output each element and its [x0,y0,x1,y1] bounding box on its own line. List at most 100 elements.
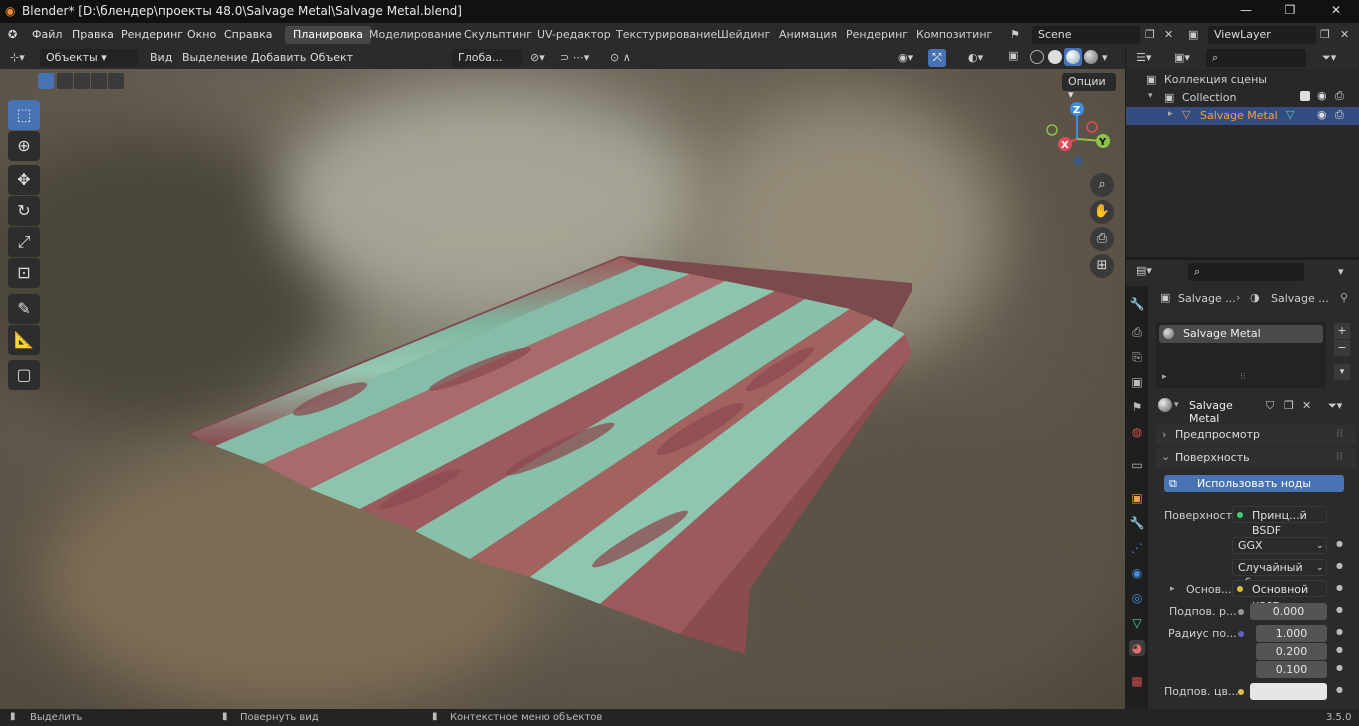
filter-icon[interactable]: ⏷▾ [1322,51,1336,65]
tab-uv[interactable]: UV-редактор [529,26,619,44]
world-tab-icon[interactable]: ◍ [1129,424,1145,440]
select-invert-icon[interactable] [91,73,107,89]
slot-specials-button[interactable]: ▾ [1334,364,1350,380]
outliner-search-input[interactable]: ⌕ [1206,49,1306,67]
ortho-grid-icon[interactable]: ⊞ [1090,254,1114,278]
base-color-field[interactable]: Основной цвет [1232,580,1327,611]
move-tool-icon[interactable]: ✥ [8,165,40,195]
visibility-icon[interactable]: ◉▾ [898,51,913,64]
select-extend-icon[interactable] [57,73,73,89]
wireframe-shading-icon[interactable] [1030,50,1044,64]
solid-shading-icon[interactable] [1048,50,1062,64]
subsurface-value-field[interactable]: 0.000 [1250,603,1327,620]
animate-dot-icon[interactable]: ● [1336,561,1343,570]
object-visibility-icon[interactable]: ◉ [1317,108,1327,121]
menu-file[interactable]: Файл [32,28,62,41]
navigation-gizmo[interactable]: Z Y X [1040,99,1115,169]
duplicate-material-icon[interactable]: ❐ [1284,399,1294,412]
tab-compositing[interactable]: Композитинг [908,26,1000,44]
properties-options-icon[interactable]: ▾ [1338,265,1344,278]
menu-add[interactable]: Добавить [251,51,306,64]
rotate-tool-icon[interactable]: ↻ [8,196,40,226]
object-render-icon[interactable]: ⎙ [1335,108,1344,122]
physics-tab-icon[interactable]: ◉ [1129,565,1145,581]
fake-user-icon[interactable]: ⛉ [1266,399,1274,413]
collection-label[interactable]: Collection [1182,91,1236,104]
snap-icon[interactable]: ⊃ ⋯▾ [560,51,589,64]
zoom-icon[interactable]: ⌕ [1090,173,1114,197]
select-tool-icon[interactable]: ⬚ [8,100,40,130]
constraints-tab-icon[interactable]: ◎ [1129,590,1145,606]
transform-tool-icon[interactable]: ⊡ [8,258,40,288]
animate-dot-icon[interactable]: ● [1336,685,1343,694]
tab-modeling[interactable]: Моделирование [361,26,470,44]
outliner-editor-icon[interactable]: ☰▾ [1136,51,1151,64]
close-button[interactable]: ✕ [1326,3,1346,19]
menu-object[interactable]: Объект [310,51,353,64]
menu-help[interactable]: Справка [224,28,272,41]
animate-dot-icon[interactable]: ● [1336,583,1343,592]
surface-panel-header[interactable]: ⌄ Поверхность ⁞⁞ [1156,448,1356,468]
blender-menu-icon[interactable]: ✪ [8,28,17,41]
material-name-field[interactable]: Salvage Metal [1184,397,1262,425]
collection-visibility-icon[interactable]: ◉ [1317,89,1327,102]
pan-hand-icon[interactable]: ✋ [1090,200,1114,224]
radius-y-field[interactable]: 0.200 [1256,643,1327,660]
overlay-icon[interactable]: ◐▾ [968,51,983,64]
delete-layer-icon[interactable]: ✕ [1340,28,1349,41]
object-expand-icon[interactable]: ▸ [1168,109,1173,119]
maximize-button[interactable]: ❐ [1280,3,1300,19]
material-tab-icon[interactable]: ◕ [1129,640,1145,656]
tab-texture[interactable]: Текстурирование [608,26,725,44]
scale-tool-icon[interactable]: ⤢ [8,227,40,257]
collection-checkbox[interactable] [1300,91,1310,101]
distribution-select[interactable]: GGX ⌄ [1232,537,1327,554]
tab-layout[interactable]: Планировка [285,26,371,44]
animate-dot-icon[interactable]: ● [1336,605,1343,614]
menu-window[interactable]: Окно [187,28,216,41]
data-tab-icon[interactable]: ▽ [1129,615,1145,631]
tab-sculpting[interactable]: Скульптинг [456,26,540,44]
shading-options-icon[interactable]: ▾ [1102,51,1108,64]
select-intersect-icon[interactable] [108,73,124,89]
proportional-icon[interactable]: ⊙ ∧ [610,51,631,64]
render-shading-icon[interactable] [1084,50,1098,64]
subsurface-color-swatch[interactable] [1250,683,1327,700]
gizmo-toggle-icon[interactable]: ⤱ [928,49,946,67]
object-tab-icon[interactable]: ▣ [1129,490,1145,506]
pivot-icon[interactable]: ⊘▾ [530,51,545,64]
menu-edit[interactable]: Правка [72,28,114,41]
editor-type-icon[interactable]: ⊹▾ [10,51,25,64]
animate-dot-icon[interactable]: ● [1336,539,1343,548]
transform-orientation[interactable]: Глоба... [452,49,522,67]
properties-editor-icon[interactable]: ▤▾ [1136,264,1152,277]
annotate-tool-icon[interactable]: ✎ [8,294,40,324]
scene-tab-icon[interactable]: ⚑ [1129,399,1145,415]
collection-tab-icon[interactable]: ▭ [1129,457,1145,473]
material-link-icon[interactable]: ⏷▾ [1328,399,1342,413]
modifier-tab-icon[interactable]: 🔧 [1129,515,1145,531]
base-expand-icon[interactable]: ▸ [1170,584,1175,594]
tool-tab-icon[interactable]: 🔧 [1129,296,1145,312]
collection-expand-icon[interactable]: ▾ [1148,91,1153,101]
remove-slot-button[interactable]: − [1334,340,1350,356]
radius-z-field[interactable]: 0.100 [1256,661,1327,678]
xray-icon[interactable]: ▣ [1008,49,1018,62]
add-cube-tool-icon[interactable]: ▢ [8,360,40,390]
pin-icon[interactable]: ⚲ [1340,291,1348,304]
use-nodes-button[interactable]: ⧉ Использовать ноды [1164,475,1344,492]
collection-render-icon[interactable]: ⎙ [1335,89,1344,103]
resize-handle-icon[interactable]: ⁝⁝ [1240,372,1246,382]
menu-render[interactable]: Рендеринг [121,28,183,41]
properties-search-input[interactable]: ⌕ [1188,263,1304,281]
salvage-metal-object[interactable] [0,69,1125,709]
select-subtract-icon[interactable] [74,73,90,89]
material-shading-button[interactable] [1064,48,1082,66]
outliner-row-salvage-metal[interactable]: ▸ ▽ Salvage Metal ▽ ◉ ⎙ [1126,107,1359,125]
output-tab-icon[interactable]: ⎘ [1129,349,1145,365]
measure-tool-icon[interactable]: 📐 [8,325,40,355]
subsurface-method-select[interactable]: Случайный об... ⌄ [1232,559,1327,589]
add-slot-button[interactable]: + [1334,323,1350,339]
menu-select[interactable]: Выделение [182,51,248,64]
options-button[interactable]: Опции ▾ [1062,73,1116,101]
